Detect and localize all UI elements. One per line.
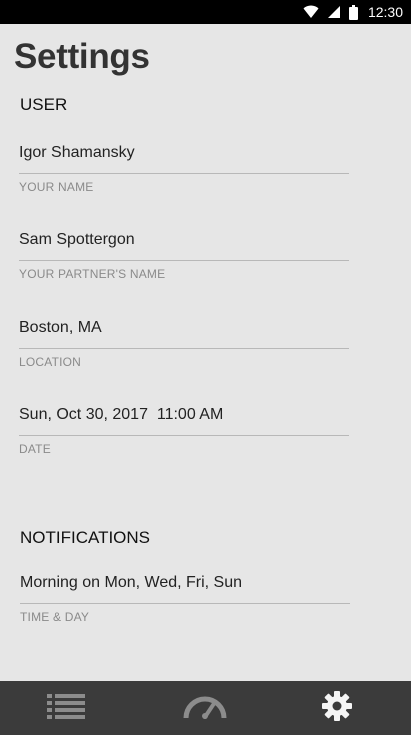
time-day-field[interactable]: Morning on Mon, Wed, Fri, Sun TIME & DAY: [20, 567, 350, 624]
field-underline: [20, 603, 350, 604]
user-section-header: USER: [20, 95, 68, 114]
field-underline: [19, 173, 349, 174]
date-label: DATE: [19, 442, 51, 456]
partner-name-value[interactable]: Sam Spottergon: [19, 224, 349, 260]
gear-icon: [321, 690, 353, 727]
battery-icon: [348, 4, 358, 20]
speedometer-icon: [182, 693, 228, 724]
time-day-label: TIME & DAY: [20, 610, 90, 624]
page-title: Settings: [14, 37, 150, 76]
your-name-label: YOUR NAME: [19, 180, 94, 194]
location-field[interactable]: Boston, MA LOCATION: [19, 312, 349, 369]
wifi-icon: [303, 5, 319, 19]
notifications-section-header: NOTIFICATIONS: [20, 528, 151, 547]
bottom-nav: [0, 681, 411, 735]
field-underline: [19, 435, 349, 436]
status-bar: 12:30: [0, 0, 411, 24]
status-icons: 12:30: [303, 0, 403, 24]
partner-name-label: YOUR PARTNER'S NAME: [19, 267, 166, 281]
list-icon: [47, 693, 87, 724]
time-day-value[interactable]: Morning on Mon, Wed, Fri, Sun: [20, 567, 350, 603]
field-underline: [19, 348, 349, 349]
location-value[interactable]: Boston, MA: [19, 312, 349, 348]
your-name-field[interactable]: Igor Shamansky YOUR NAME: [19, 137, 349, 194]
status-time: 12:30: [367, 4, 403, 20]
nav-list-tab[interactable]: [22, 681, 112, 735]
nav-speedometer-tab[interactable]: [160, 681, 250, 735]
your-name-value[interactable]: Igor Shamansky: [19, 137, 349, 173]
nav-settings-tab[interactable]: [292, 681, 382, 735]
date-value[interactable]: Sun, Oct 30, 2017 11:00 AM: [19, 399, 349, 435]
signal-icon: [327, 5, 341, 19]
location-label: LOCATION: [19, 355, 82, 369]
partner-name-field[interactable]: Sam Spottergon YOUR PARTNER'S NAME: [19, 224, 349, 281]
field-underline: [19, 260, 349, 261]
date-field[interactable]: Sun, Oct 30, 2017 11:00 AM DATE: [19, 399, 349, 456]
